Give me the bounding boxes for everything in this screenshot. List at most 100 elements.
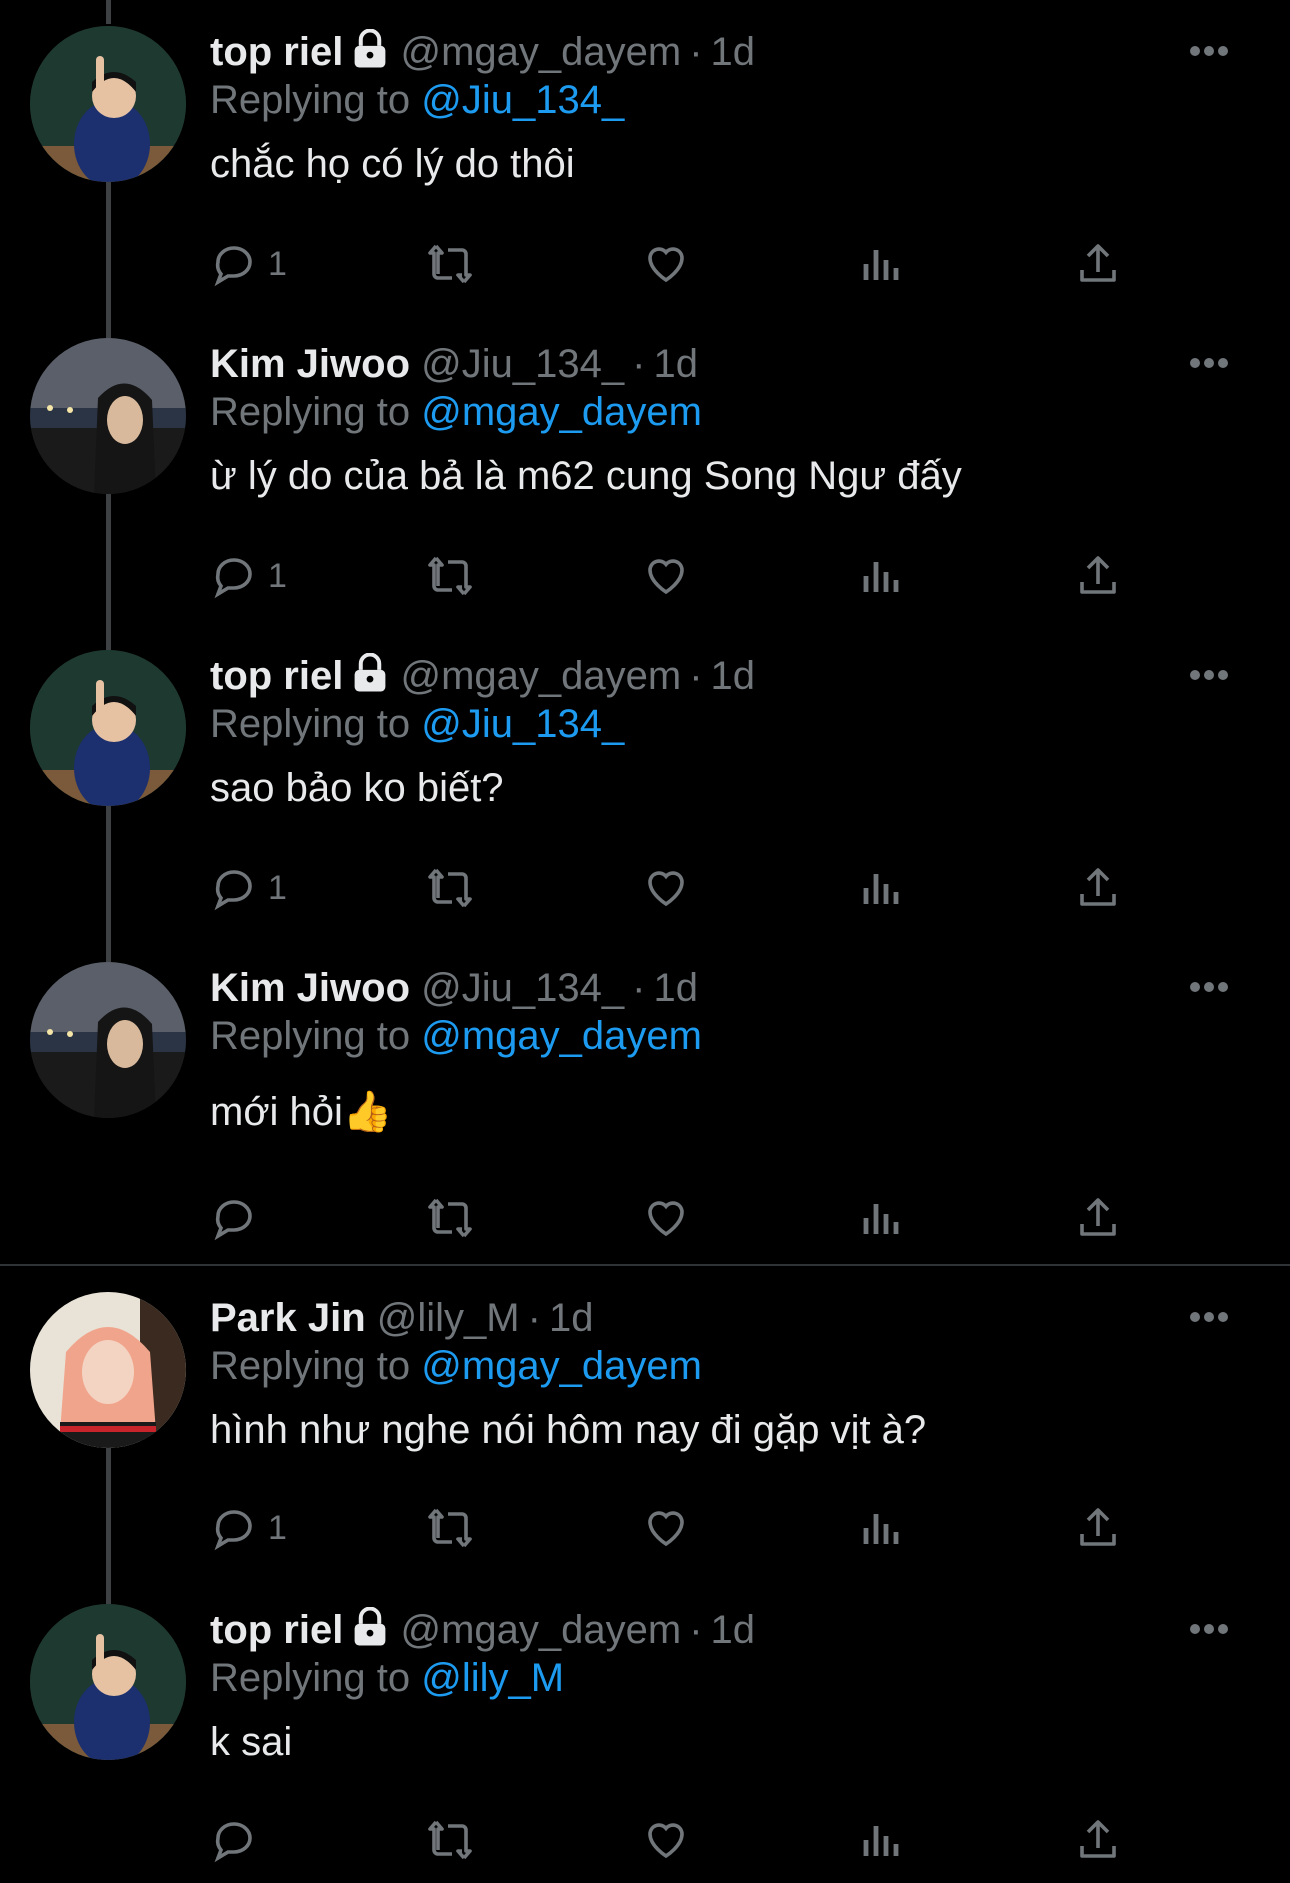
replying-to-link[interactable]: @mgay_dayem <box>421 1014 702 1058</box>
retweet-button[interactable] <box>426 1188 474 1248</box>
tweet-text: ừ lý do của bả là m62 cung Song Ngư đấy <box>210 454 962 498</box>
tweet-header: Kim Jiwoo @Jiu_134_ · 1d <box>210 962 1230 1014</box>
tweet-text: hình như nghe nói hôm nay đi gặp vịt à? <box>210 1408 927 1452</box>
heart-icon <box>648 1823 684 1859</box>
avatar[interactable] <box>30 1604 186 1760</box>
retweet-icon <box>428 556 472 596</box>
retweet-button[interactable] <box>426 858 474 918</box>
user-handle[interactable]: @mgay_dayem <box>400 30 681 74</box>
display-name[interactable]: Kim Jiwoo <box>210 342 410 386</box>
thread-line <box>106 1448 111 1604</box>
avatar[interactable] <box>30 650 186 806</box>
views-icon <box>863 874 899 904</box>
separator-dot: · <box>632 966 646 1010</box>
reply-button[interactable]: 1 <box>210 1498 287 1558</box>
more-icon[interactable] <box>1188 356 1230 370</box>
user-handle[interactable]: @lily_M <box>377 1296 520 1340</box>
more-icon[interactable] <box>1188 668 1230 682</box>
views-button[interactable] <box>858 858 906 918</box>
views-button[interactable] <box>858 234 906 294</box>
timestamp[interactable]: 1d <box>711 1608 756 1652</box>
like-button[interactable] <box>642 1188 690 1248</box>
share-button[interactable] <box>1074 1810 1122 1870</box>
share-button[interactable] <box>1074 1188 1122 1248</box>
views-button[interactable] <box>858 1188 906 1248</box>
display-name[interactable]: top riel <box>210 30 343 74</box>
replying-to-link[interactable]: @Jiu_134_ <box>421 78 624 122</box>
timestamp[interactable]: 1d <box>653 342 698 386</box>
like-button[interactable] <box>642 858 690 918</box>
replying-to-link[interactable]: @Jiu_134_ <box>421 702 624 746</box>
action-bar <box>210 1188 1140 1248</box>
views-button[interactable] <box>858 1810 906 1870</box>
retweet-icon <box>428 1820 472 1860</box>
lock-icon <box>354 29 386 68</box>
thread-line <box>106 494 111 650</box>
action-bar <box>210 1810 1140 1870</box>
share-button[interactable] <box>1074 1498 1122 1558</box>
display-name[interactable]: top riel <box>210 654 343 698</box>
views-button[interactable] <box>858 546 906 606</box>
avatar[interactable] <box>30 962 186 1118</box>
timestamp[interactable]: 1d <box>653 966 698 1010</box>
like-button[interactable] <box>642 234 690 294</box>
tweet-text: chắc họ có lý do thôi <box>210 142 575 186</box>
tweet-header: top riel @mgay_dayem · 1d <box>210 650 1230 702</box>
share-button[interactable] <box>1074 858 1122 918</box>
views-icon <box>863 1204 899 1234</box>
reply-button[interactable]: 1 <box>210 234 287 294</box>
timestamp[interactable]: 1d <box>549 1296 594 1340</box>
avatar[interactable] <box>30 26 186 182</box>
replying-to-link[interactable]: @mgay_dayem <box>421 390 702 434</box>
thread-divider <box>0 1264 1290 1266</box>
more-icon[interactable] <box>1188 1310 1230 1324</box>
separator-dot: · <box>689 654 703 698</box>
like-button[interactable] <box>642 1498 690 1558</box>
reply-button[interactable]: 1 <box>210 546 287 606</box>
replying-to-line: Replying to @mgay_dayem <box>210 1340 1230 1392</box>
tweet-header: Kim Jiwoo @Jiu_134_ · 1d <box>210 338 1230 390</box>
reply-icon <box>214 1200 252 1241</box>
views-icon <box>863 1826 899 1856</box>
replying-to-link[interactable]: @mgay_dayem <box>421 1344 702 1388</box>
tweet-text: k sai <box>210 1720 293 1764</box>
timestamp[interactable]: 1d <box>711 30 756 74</box>
thread-line <box>106 0 111 24</box>
user-handle[interactable]: @mgay_dayem <box>400 654 681 698</box>
retweet-button[interactable] <box>426 234 474 294</box>
reply-count: 1 <box>268 556 287 595</box>
replying-to-line: Replying to @mgay_dayem <box>210 386 1230 438</box>
display-name[interactable]: top riel <box>210 1608 343 1652</box>
like-button[interactable] <box>642 1810 690 1870</box>
retweet-button[interactable] <box>426 546 474 606</box>
reply-button[interactable] <box>210 1188 268 1248</box>
views-button[interactable] <box>858 1498 906 1558</box>
avatar[interactable] <box>30 1292 186 1448</box>
separator-dot: · <box>632 342 646 386</box>
user-handle[interactable]: @Jiu_134_ <box>421 342 624 386</box>
reply-button[interactable] <box>210 1810 268 1870</box>
heart-icon <box>648 1511 684 1547</box>
display-name[interactable]: Park Jin <box>210 1296 366 1340</box>
user-handle[interactable]: @Jiu_134_ <box>421 966 624 1010</box>
display-name[interactable]: Kim Jiwoo <box>210 966 410 1010</box>
tweet-text: sao bảo ko biết? <box>210 766 504 810</box>
retweet-icon <box>428 1198 472 1238</box>
retweet-button[interactable] <box>426 1810 474 1870</box>
more-icon[interactable] <box>1188 44 1230 58</box>
more-icon[interactable] <box>1188 980 1230 994</box>
action-bar: 1 <box>210 1498 1140 1558</box>
replying-to-link[interactable]: @lily_M <box>421 1656 564 1700</box>
reply-count: 1 <box>268 1508 287 1547</box>
user-handle[interactable]: @mgay_dayem <box>400 1608 681 1652</box>
more-icon[interactable] <box>1188 1622 1230 1636</box>
tweet-header: top riel @mgay_dayem · 1d <box>210 1604 1230 1656</box>
lock-icon <box>354 653 386 692</box>
retweet-button[interactable] <box>426 1498 474 1558</box>
avatar[interactable] <box>30 338 186 494</box>
reply-button[interactable]: 1 <box>210 858 287 918</box>
like-button[interactable] <box>642 546 690 606</box>
timestamp[interactable]: 1d <box>711 654 756 698</box>
share-button[interactable] <box>1074 234 1122 294</box>
share-button[interactable] <box>1074 546 1122 606</box>
